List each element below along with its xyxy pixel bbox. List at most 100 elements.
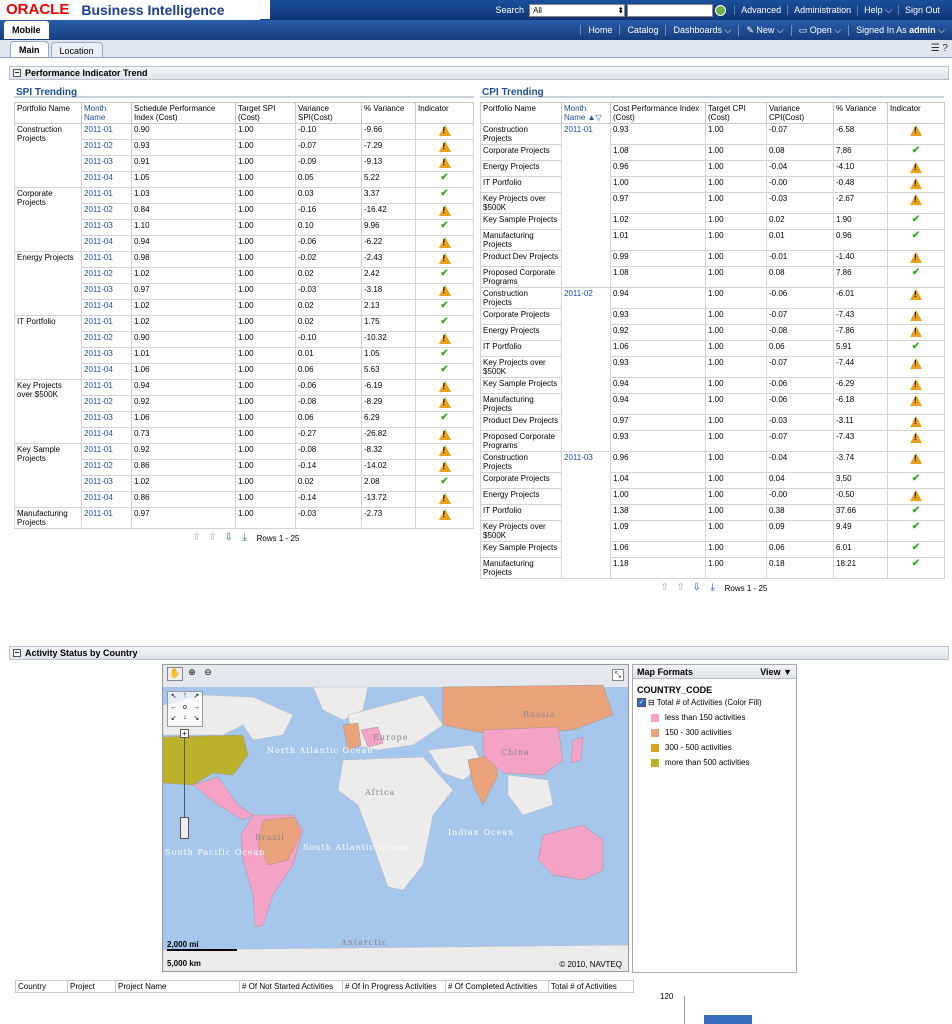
advanced-link[interactable]: Advanced xyxy=(734,5,787,15)
spi-col-header[interactable]: Month Name xyxy=(81,102,132,124)
month-link[interactable]: 2011-01 xyxy=(81,251,132,268)
value-cell: 0.73 xyxy=(131,427,236,444)
month-link[interactable]: 2011-04 xyxy=(81,363,132,380)
month-link[interactable]: 2011-04 xyxy=(81,171,132,188)
prev-page-icon[interactable]: ⇧ xyxy=(676,583,686,593)
zoom-slider[interactable]: + xyxy=(180,729,189,839)
all-rows-icon[interactable]: ⤓ xyxy=(708,583,718,593)
warning-icon xyxy=(438,125,451,136)
collapse-icon[interactable]: ⊟ xyxy=(648,698,655,707)
month-link[interactable]: 2011-04 xyxy=(81,299,132,316)
month-link[interactable]: 2011-01 xyxy=(81,507,132,529)
open-menu[interactable]: ▭ Open ⌵ xyxy=(790,24,848,36)
month-link[interactable]: 2011-01 xyxy=(81,187,132,204)
month-link[interactable]: 2011-03 xyxy=(81,475,132,492)
value-cell: 0.97 xyxy=(610,414,706,431)
indicator-cell xyxy=(415,139,474,156)
pan-control[interactable]: ↖ ↑ ↗ ← o → ↙ ↓ ↘ xyxy=(167,691,203,727)
month-link[interactable]: 2011-01 xyxy=(81,379,132,396)
dashboards-menu[interactable]: Dashboards ⌵ xyxy=(665,24,738,36)
checkbox-icon[interactable]: ✓ xyxy=(637,698,646,707)
indicator-cell xyxy=(887,377,945,394)
month-link[interactable]: 2011-02 xyxy=(81,395,132,412)
month-link[interactable]: 2011-04 xyxy=(81,235,132,252)
zoom-in-icon[interactable]: ⊕ xyxy=(185,667,199,681)
month-link[interactable]: 2011-01 xyxy=(81,315,132,332)
new-menu[interactable]: ✎ New ⌵ xyxy=(738,24,790,36)
legend-item: 150 - 300 activities xyxy=(651,725,796,740)
page-options-icon[interactable]: ☰ ? xyxy=(931,43,948,54)
sort-icon[interactable]: ▲▽ xyxy=(588,113,602,122)
indicator-cell xyxy=(887,287,945,309)
month-link[interactable]: 2011-02 xyxy=(81,203,132,220)
zoom-out-icon[interactable]: ⊖ xyxy=(201,667,215,681)
month-link[interactable]: 2011-02 xyxy=(81,459,132,476)
sign-out-link[interactable]: Sign Out xyxy=(897,5,946,15)
month-link[interactable]: 2011-04 xyxy=(81,427,132,444)
spi-pager: ⇧ ⇧ ⇩ ⤓ Rows 1 - 25 xyxy=(14,533,474,543)
map-canvas[interactable]: North Atlantic Ocean South Pacific Ocean… xyxy=(163,665,629,972)
view-menu[interactable]: View ▼ xyxy=(760,667,792,677)
collapse-icon[interactable]: − xyxy=(13,649,21,657)
first-page-icon[interactable]: ⇧ xyxy=(192,533,202,543)
legend-measure[interactable]: ✓ ⊟ Total # of Activities (Color Fill) xyxy=(633,695,796,710)
oracle-logo: ORACLE xyxy=(6,1,70,18)
month-link[interactable]: 2011-03 xyxy=(81,411,132,428)
value-cell: -7.43 xyxy=(833,430,888,452)
map-legend: Map Formats View ▼ COUNTRY_CODE ✓ ⊟ Total… xyxy=(632,664,797,973)
value-cell: 0.02 xyxy=(295,315,362,332)
indicator-cell xyxy=(887,160,945,177)
month-link[interactable]: 2011-02 xyxy=(561,287,611,452)
tab-main[interactable]: Main xyxy=(10,41,49,57)
section-header[interactable]: − Activity Status by Country xyxy=(9,646,949,660)
signed-in[interactable]: Signed In As admin ⌵ xyxy=(848,24,952,36)
table-row: Energy Projects 0.92 1.00 -0.08 -7.86 xyxy=(480,324,945,341)
collapse-icon[interactable]: − xyxy=(13,69,21,77)
value-cell: -0.14 xyxy=(295,459,362,476)
administration-link[interactable]: Administration xyxy=(787,5,857,15)
value-cell: -1.40 xyxy=(833,250,888,267)
world-map[interactable]: North Atlantic Ocean South Pacific Ocean… xyxy=(162,664,629,972)
month-link[interactable]: 2011-03 xyxy=(81,283,132,300)
month-link[interactable]: 2011-02 xyxy=(81,267,132,284)
month-link[interactable]: 2011-03 xyxy=(81,219,132,236)
month-link[interactable]: 2011-03 xyxy=(81,155,132,172)
zoom-thumb[interactable] xyxy=(180,817,189,839)
value-cell: 1.00 xyxy=(235,379,296,396)
month-link[interactable]: 2011-03 xyxy=(561,451,611,579)
month-link[interactable]: 2011-01 xyxy=(81,443,132,460)
value-cell: 1.00 xyxy=(235,283,296,300)
expand-icon[interactable]: ⤡ xyxy=(612,669,624,681)
search-scope-select[interactable]: All ⬍ xyxy=(529,3,626,17)
select-arrows-icon: ⬍ xyxy=(617,5,625,15)
section-header[interactable]: − Performance Indicator Trend xyxy=(9,66,949,80)
search-input[interactable] xyxy=(627,3,714,17)
pan-icon[interactable]: ✋ xyxy=(167,667,183,681)
catalog-link[interactable]: Catalog xyxy=(619,25,665,35)
value-cell: 0.18 xyxy=(766,557,834,579)
search-go-icon[interactable] xyxy=(715,4,727,16)
home-link[interactable]: Home xyxy=(580,25,619,35)
value-cell: 0.04 xyxy=(766,472,834,489)
month-link[interactable]: 2011-03 xyxy=(81,347,132,364)
month-link[interactable]: 2011-01 xyxy=(81,123,132,140)
all-rows-icon[interactable]: ⤓ xyxy=(240,533,250,543)
month-link[interactable]: 2011-04 xyxy=(81,491,132,508)
next-page-icon[interactable]: ⇩ xyxy=(692,583,702,593)
prev-page-icon[interactable]: ⇧ xyxy=(208,533,218,543)
portfolio-cell: IT Portfolio xyxy=(480,504,562,521)
month-link[interactable]: 2011-01 xyxy=(561,123,611,288)
warning-icon xyxy=(910,289,922,300)
first-page-icon[interactable]: ⇧ xyxy=(660,583,670,593)
cpi-col-header[interactable]: Month Name ▲▽ xyxy=(561,102,611,124)
help-menu[interactable]: Help ⌵ xyxy=(857,4,898,16)
brand-logo: ORACLE Business Intelligence xyxy=(0,0,260,20)
month-link[interactable]: 2011-02 xyxy=(81,139,132,156)
month-link[interactable]: 2011-02 xyxy=(81,331,132,348)
next-page-icon[interactable]: ⇩ xyxy=(224,533,234,543)
table-row: 2011-02 1.02 1.00 0.02 2.42 ✔ xyxy=(15,267,474,284)
activity-table: Country Project Project Name # Of Not St… xyxy=(15,980,634,993)
indicator-cell xyxy=(887,308,945,325)
value-cell: -9.13 xyxy=(361,155,416,172)
tab-location[interactable]: Location xyxy=(50,42,103,57)
